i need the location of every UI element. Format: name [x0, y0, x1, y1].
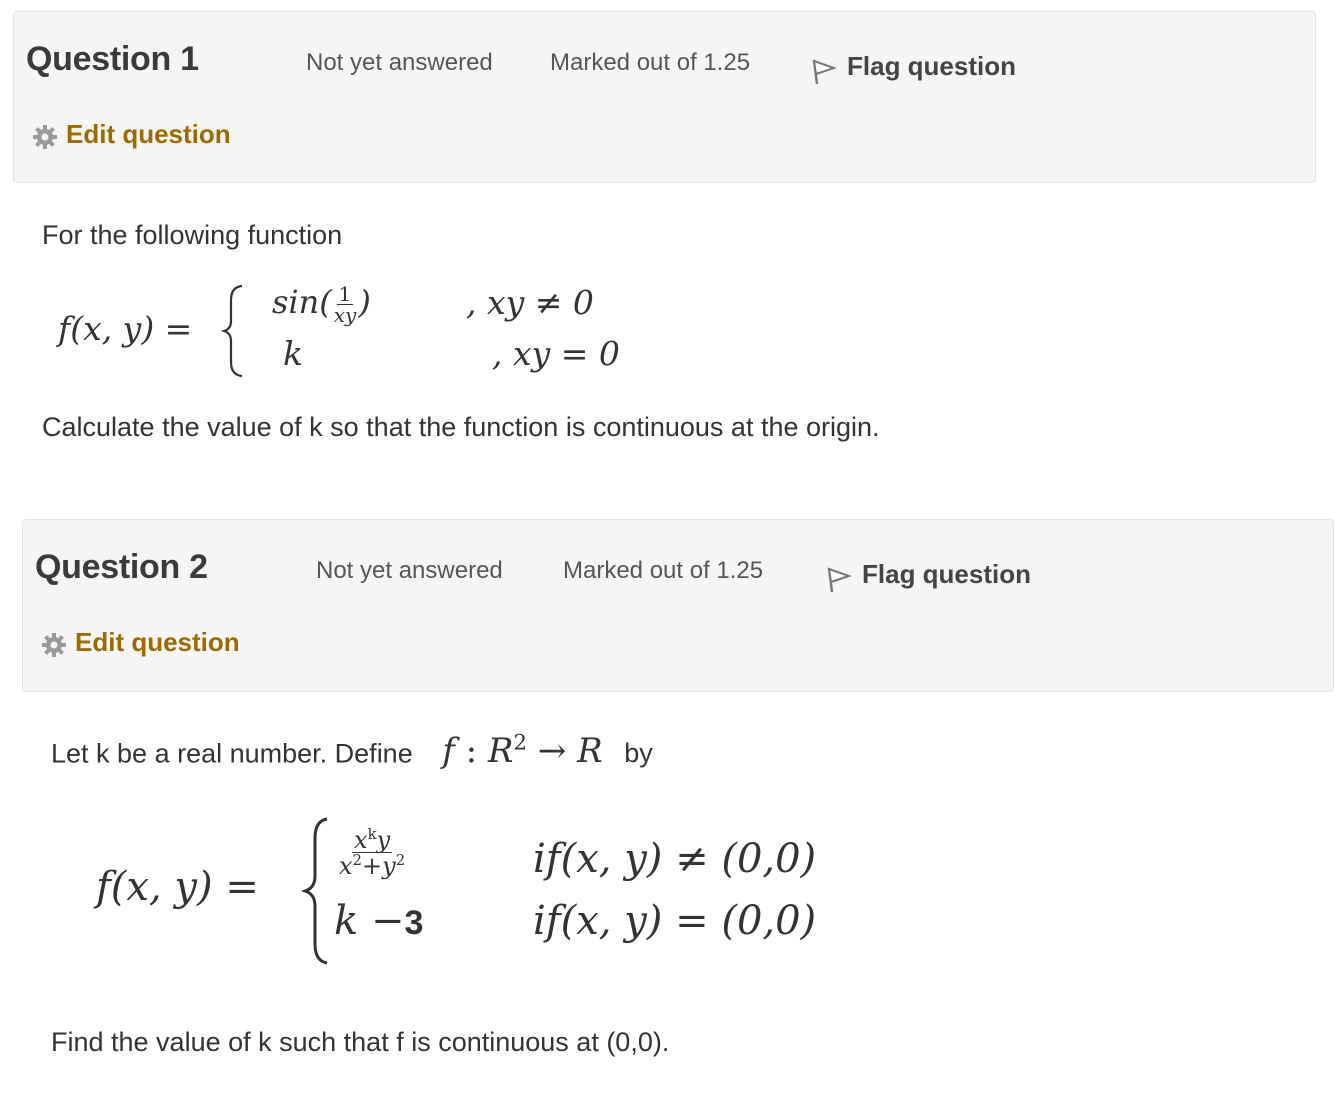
minus-symbol: −: [370, 898, 405, 944]
question-2-flag-button[interactable]: Flag question: [826, 554, 1031, 594]
question-1-edit-link[interactable]: Edit question: [32, 118, 231, 150]
gear-icon: [42, 633, 66, 657]
math-symbol: k: [334, 898, 359, 944]
math-exponent: 2: [513, 730, 527, 755]
question-2-case-2-condition: if(x, y) = (0,0): [533, 898, 817, 944]
math-symbol: x: [339, 852, 353, 880]
question-number: 2: [189, 548, 208, 586]
gear-icon: [33, 125, 57, 149]
fraction-numerator: xky: [352, 825, 393, 854]
intro-math: f : R2 → R: [442, 730, 603, 772]
question-1-grade: Marked out of 1.25: [550, 49, 751, 76]
question-2-state: Not yet answered: [316, 557, 503, 584]
edit-label: Edit question: [66, 118, 231, 149]
fraction-denominator: xy: [333, 303, 357, 327]
question-2-intro: Let k be a real number. Define f : R2 → …: [51, 730, 653, 771]
math-exponent: 2: [395, 851, 406, 869]
math-symbol: y: [376, 826, 391, 854]
question-1-case-1-expr: sin(1 xy): [272, 283, 371, 325]
question-1-state: Not yet answered: [306, 49, 493, 76]
flag-icon: [812, 59, 837, 85]
question-1-lhs: f(x, y) =: [58, 309, 193, 348]
question-1-case-2-expr: k: [283, 334, 303, 373]
math-symbol: y: [382, 852, 396, 880]
question-1-case-1-condition: , xy ≠ 0: [466, 283, 594, 322]
case-expr-part: ): [358, 283, 371, 321]
intro-text: Let k be a real number. Define: [51, 738, 413, 769]
math-symbol: f: [442, 731, 455, 772]
question-2-case-1-expr: xky x2+y2: [337, 827, 407, 878]
question-label: Question: [26, 40, 171, 78]
math-symbol: :: [465, 731, 478, 772]
math-symbol: R: [487, 731, 514, 772]
question-2-lhs: f(x, y) =: [96, 864, 259, 910]
math-exponent: 2: [352, 851, 363, 869]
math-symbol: R: [577, 731, 603, 772]
left-brace-icon: [302, 817, 328, 965]
flag-label: Flag question: [862, 558, 1031, 589]
fraction: xky x2+y2: [337, 827, 407, 878]
fraction-numerator: 1: [336, 282, 354, 306]
fraction: 1 xy: [332, 284, 359, 325]
edit-label: Edit question: [75, 626, 240, 657]
flag-label: Flag question: [847, 50, 1016, 81]
question-2-edit-link[interactable]: Edit question: [41, 626, 240, 658]
math-number: 3: [404, 904, 424, 942]
left-brace-icon: [222, 284, 243, 378]
question-number: 1: [180, 40, 199, 78]
question-2-grade: Marked out of 1.25: [563, 557, 764, 584]
question-1-intro: For the following function: [42, 220, 343, 250]
question-2-case-1-condition: if(x, y) ≠ (0,0): [533, 836, 817, 882]
question-2-number: Question 2: [35, 548, 208, 587]
question-1-case-2-condition: , xy = 0: [492, 334, 620, 373]
math-exponent: k: [367, 825, 377, 843]
question-1-flag-button[interactable]: Flag question: [811, 46, 1016, 86]
question-2-prompt: Find the value of k such that f is conti…: [51, 1027, 670, 1057]
arrow-symbol: →: [537, 731, 567, 772]
question-2-case-2-expr: k −3: [334, 898, 423, 944]
math-symbol: x: [354, 826, 368, 854]
question-1-number: Question 1: [26, 40, 199, 79]
question-2-info: Question 2 Not yet answered Marked out o…: [22, 519, 1334, 692]
plus-symbol: +: [362, 852, 383, 880]
intro-text: by: [624, 738, 653, 769]
flag-icon: [827, 567, 852, 593]
question-1-prompt: Calculate the value of k so that the fun…: [42, 412, 880, 442]
case-expr-part: sin(: [272, 283, 332, 321]
question-1-info: Question 1 Not yet answered Marked out o…: [13, 11, 1316, 183]
fraction-denominator: x2+y2: [337, 853, 407, 878]
question-label: Question: [35, 548, 180, 586]
